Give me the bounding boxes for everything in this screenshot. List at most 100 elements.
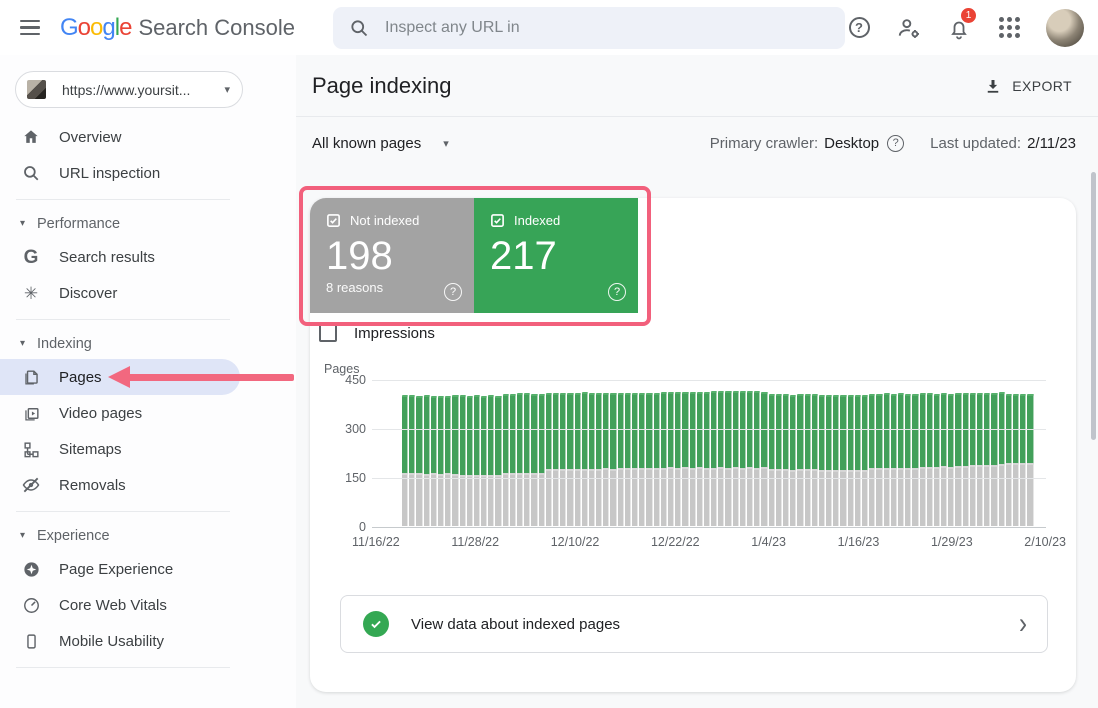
chart-bar[interactable] (733, 391, 739, 526)
chart-bar[interactable] (553, 393, 559, 526)
chart-bar[interactable] (610, 393, 616, 526)
chart-bar[interactable] (740, 391, 746, 526)
sidebar-item-sitemaps[interactable]: Sitemaps (0, 431, 296, 467)
chart-bar[interactable] (999, 392, 1005, 526)
chart-bar[interactable] (1013, 394, 1019, 526)
chart-bar[interactable] (977, 393, 983, 526)
chart-bar[interactable] (991, 393, 997, 526)
chart-bar[interactable] (495, 396, 501, 526)
chart-bar[interactable] (460, 395, 466, 526)
chart-bar[interactable] (934, 394, 940, 526)
chart-bar[interactable] (517, 393, 523, 526)
chevron-right-icon[interactable]: › (1019, 609, 1027, 639)
chart-bar[interactable] (891, 394, 897, 526)
notifications-button[interactable]: 1 (946, 15, 972, 41)
chart-bar[interactable] (955, 393, 961, 526)
chart-bar[interactable] (869, 394, 875, 526)
chart-bar[interactable] (575, 393, 581, 526)
sidebar-item-search-results[interactable]: G Search results (0, 239, 296, 275)
property-selector[interactable]: https://www.yoursit... ▾ (15, 71, 243, 108)
chart-bar[interactable] (467, 396, 473, 526)
chart-bar[interactable] (697, 392, 703, 526)
chart-bar[interactable] (855, 395, 861, 526)
chart-bar[interactable] (790, 395, 796, 526)
search-input[interactable] (385, 19, 829, 37)
chart-bar[interactable] (690, 392, 696, 526)
avatar[interactable] (1046, 9, 1084, 47)
chart-bar[interactable] (654, 393, 660, 527)
chart-bar[interactable] (596, 393, 602, 526)
chart-bar[interactable] (675, 392, 681, 526)
chart-bar[interactable] (941, 393, 947, 526)
sidebar-item-pages[interactable]: Pages (0, 359, 240, 395)
not-indexed-card[interactable]: Not indexed 198 8 reasons ? (310, 198, 474, 313)
chart-bar[interactable] (546, 393, 552, 526)
sidebar-section-performance[interactable]: ▾ Performance (0, 208, 296, 239)
chart-bar[interactable] (409, 395, 415, 526)
sidebar-item-page-experience[interactable]: Page Experience (0, 551, 296, 587)
chart-bar[interactable] (632, 393, 638, 526)
chart-bar[interactable] (970, 393, 976, 526)
chart-bar[interactable] (927, 393, 933, 526)
sidebar-item-mobile-usability[interactable]: Mobile Usability (0, 623, 296, 659)
chart-bar[interactable] (725, 391, 731, 526)
chart-bar[interactable] (826, 395, 832, 526)
chart-bar[interactable] (668, 392, 674, 526)
chart-bar[interactable] (539, 394, 545, 526)
sidebar-item-video-pages[interactable]: Video pages (0, 395, 296, 431)
chart-bar[interactable] (704, 392, 710, 526)
chart-bar[interactable] (567, 393, 573, 526)
export-button[interactable]: EXPORT (984, 77, 1072, 95)
chart-bar[interactable] (848, 395, 854, 526)
chart-bar[interactable] (718, 391, 724, 526)
chart-bar[interactable] (1006, 394, 1012, 526)
chart-bar[interactable] (862, 395, 868, 526)
chart-bar[interactable] (948, 394, 954, 526)
chart-bar[interactable] (416, 396, 422, 526)
checkbox-checked-icon[interactable] (490, 213, 505, 228)
google-apps-button[interactable] (996, 15, 1022, 41)
help-icon[interactable]: ? (444, 283, 462, 301)
chart-bar[interactable] (963, 393, 969, 526)
chart-bar[interactable] (646, 393, 652, 526)
help-button[interactable]: ? (846, 15, 872, 41)
chart-bar[interactable] (783, 394, 789, 526)
chart-bar[interactable] (438, 396, 444, 526)
chart-bar[interactable] (776, 394, 782, 526)
chart-bar[interactable] (984, 393, 990, 526)
chart-bar[interactable] (754, 391, 760, 526)
chart-bar[interactable] (582, 392, 588, 526)
chart-bar[interactable] (769, 394, 775, 526)
sidebar-item-overview[interactable]: Overview (0, 119, 296, 155)
chart-bar[interactable] (905, 394, 911, 526)
chart-bar[interactable] (661, 392, 667, 526)
chart-bar[interactable] (603, 393, 609, 526)
help-icon[interactable]: ? (608, 283, 626, 301)
chart-bar[interactable] (912, 394, 918, 526)
sidebar-item-removals[interactable]: Removals (0, 467, 296, 503)
sidebar-item-url-inspection[interactable]: URL inspection (0, 155, 296, 191)
chart-bar[interactable] (711, 391, 717, 526)
chart-bar[interactable] (445, 396, 451, 526)
indexed-card[interactable]: Indexed 217 ? (474, 198, 638, 313)
sidebar-item-discover[interactable]: ✳ Discover (0, 275, 296, 311)
chart-bar[interactable] (876, 394, 882, 526)
chart-bar[interactable] (884, 393, 890, 526)
chart-bar[interactable] (625, 393, 631, 526)
chart-bar[interactable] (639, 393, 645, 527)
view-indexed-data-link[interactable]: View data about indexed pages › (340, 595, 1048, 653)
chart-bar[interactable] (761, 392, 767, 526)
chart-bar[interactable] (1027, 394, 1033, 526)
chart-bar[interactable] (812, 394, 818, 526)
impressions-checkbox[interactable] (319, 324, 337, 342)
hamburger-menu-icon[interactable] (20, 15, 46, 41)
chart-bar[interactable] (424, 395, 430, 526)
url-inspect-searchbox[interactable] (333, 7, 845, 49)
chart-bar[interactable] (618, 393, 624, 527)
help-icon[interactable]: ? (887, 135, 904, 152)
chart-bar[interactable] (589, 393, 595, 526)
chart-bar[interactable] (898, 393, 904, 526)
sidebar-section-indexing[interactable]: ▾ Indexing (0, 328, 296, 359)
chart-bar[interactable] (797, 394, 803, 526)
vertical-scrollbar[interactable] (1091, 172, 1096, 440)
